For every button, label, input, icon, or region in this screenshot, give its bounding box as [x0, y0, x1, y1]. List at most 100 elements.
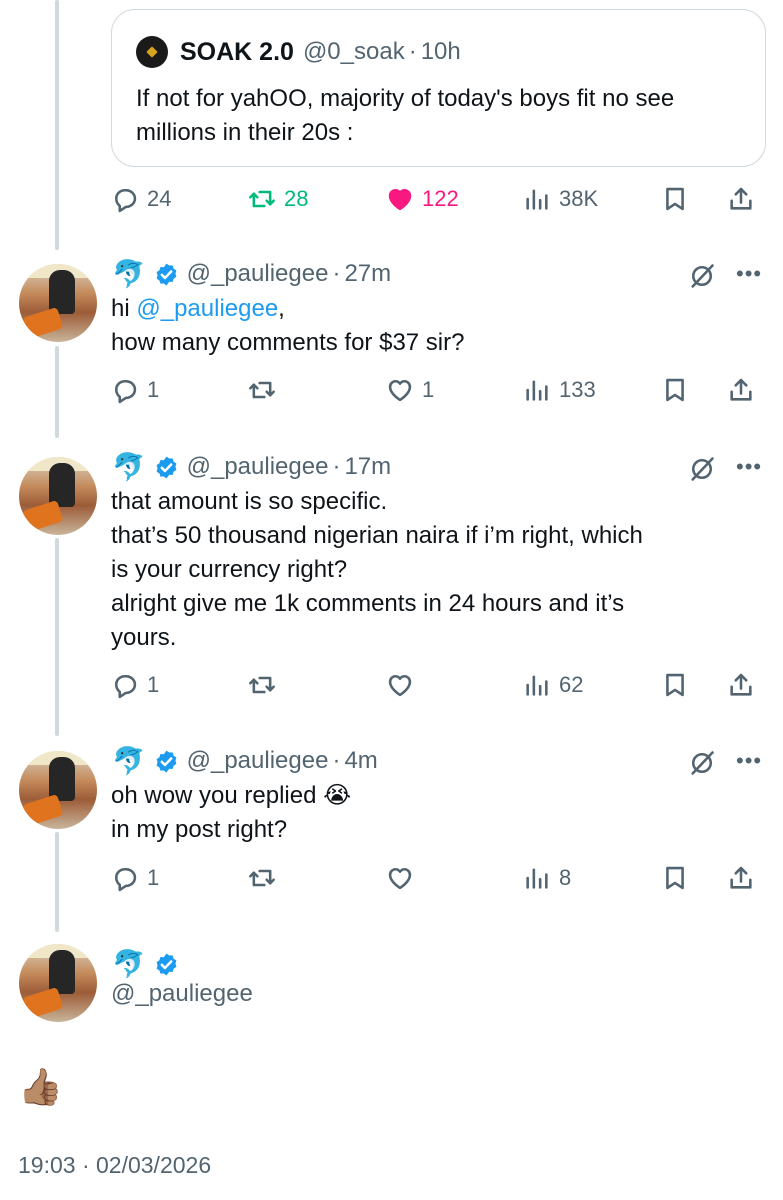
share-button[interactable] [727, 665, 755, 705]
views-count: 133 [559, 377, 596, 402]
reply-button[interactable]: 1 [111, 858, 159, 898]
focused-tweet-text: 👍🏽 [18, 1066, 63, 1107]
reply-icon [114, 867, 137, 892]
avatar[interactable] [19, 264, 97, 342]
reply-tweet[interactable]: 🐬 @_pauliegee · 4m ••• oh wow you replie… [0, 743, 783, 901]
grok-icon[interactable] [688, 262, 716, 290]
quoted-tweet-header: SOAK 2.0 @0_soak · 10h [136, 36, 461, 68]
reply-handle[interactable]: @_pauliegee [187, 453, 329, 481]
display-name-emoji[interactable]: 🐬 [112, 948, 146, 980]
more-icon[interactable]: ••• [736, 750, 764, 772]
display-name-emoji[interactable]: 🐬 [112, 258, 146, 290]
views-button[interactable]: 8 [523, 858, 571, 898]
views-count: 38K [559, 186, 599, 211]
text-line: that amount is so specific. [111, 488, 388, 515]
views-icon [526, 868, 548, 889]
bookmark-button[interactable] [661, 665, 689, 705]
heart-icon [388, 867, 412, 890]
verified-badge-icon[interactable] [154, 455, 179, 480]
like-count: 122 [422, 186, 459, 211]
bookmark-button[interactable] [661, 858, 689, 898]
bookmark-button[interactable] [661, 370, 689, 410]
focused-handle[interactable]: @_pauliegee [111, 980, 253, 1008]
quoted-timestamp[interactable]: 10h [421, 38, 461, 66]
share-button[interactable] [727, 858, 755, 898]
text-line: in my post right? [111, 816, 288, 843]
avatar[interactable] [19, 751, 97, 829]
verified-badge-icon[interactable] [154, 262, 179, 287]
views-button[interactable]: 62 [523, 665, 583, 705]
like-count: 1 [422, 377, 435, 402]
verified-badge-icon[interactable] [154, 749, 179, 774]
share-button[interactable] [727, 179, 755, 219]
share-icon [730, 673, 752, 696]
bookmark-icon [666, 673, 684, 697]
reply-tweet[interactable]: 🐬 @_pauliegee · 27m ••• hi @_pauliegee, … [0, 256, 783, 412]
share-button[interactable] [727, 370, 755, 410]
display-name-emoji[interactable]: 🐬 [112, 451, 146, 483]
reply-timestamp[interactable]: 27m [344, 260, 391, 288]
display-name-emoji[interactable]: 🐬 [112, 745, 146, 777]
reply-timestamp[interactable]: 17m [344, 453, 391, 481]
like-button[interactable]: 1 [386, 370, 434, 410]
heart-icon [388, 188, 412, 211]
like-button[interactable]: 122 [386, 179, 459, 219]
reply-count: 24 [147, 186, 172, 211]
avatar[interactable] [19, 944, 97, 1022]
text-line: oh wow you replied 😭 [111, 782, 352, 809]
mention-link[interactable]: @_pauliegee [136, 295, 278, 322]
reply-timestamp[interactable]: 4m [344, 747, 377, 775]
reply-icon [114, 379, 137, 404]
repost-count: 28 [284, 186, 309, 211]
focused-tweet-header: 🐬 [0, 944, 783, 1022]
views-button[interactable]: 133 [523, 370, 596, 410]
separator-dot: · [332, 260, 341, 287]
repost-icon [249, 676, 275, 694]
grok-icon[interactable] [688, 455, 716, 483]
repost-button[interactable]: 28 [248, 179, 308, 219]
focused-timestamp[interactable]: 19:03 · 02/03/2026 [18, 1152, 211, 1179]
repost-button[interactable] [248, 370, 276, 410]
bookmark-button[interactable] [661, 179, 689, 219]
more-icon[interactable]: ••• [736, 456, 764, 478]
quoted-avatar[interactable] [136, 36, 168, 68]
reply-count: 1 [147, 865, 160, 890]
reply-handle[interactable]: @_pauliegee [187, 747, 329, 775]
quoted-tweet-card[interactable]: SOAK 2.0 @0_soak · 10h If not for yahOO,… [111, 9, 766, 167]
repost-button[interactable] [248, 858, 276, 898]
reply-handle[interactable]: @_pauliegee [187, 260, 329, 288]
reply-count: 1 [147, 377, 160, 402]
reply-tweet[interactable]: 🐬 @_pauliegee · 17m ••• that amount is s… [0, 449, 783, 705]
bookmark-icon [666, 187, 684, 211]
reply-button[interactable]: 1 [111, 370, 159, 410]
views-icon [526, 675, 548, 696]
reply-header: 🐬 @_pauliegee · 27m [112, 256, 391, 292]
views-button[interactable]: 38K [523, 179, 598, 219]
heart-icon [388, 379, 412, 402]
text-fragment: , [278, 295, 285, 322]
quoted-display-name[interactable]: SOAK 2.0 [180, 38, 294, 67]
verified-badge-icon[interactable] [154, 952, 179, 977]
separator-dot: · [332, 453, 341, 480]
like-button[interactable] [386, 858, 414, 898]
more-icon[interactable]: ••• [736, 263, 764, 285]
reply-button[interactable]: 1 [111, 665, 159, 705]
share-icon [730, 866, 752, 889]
text-line: alright give me 1k comments in 24 hours … [111, 590, 625, 617]
avatar[interactable] [19, 457, 97, 535]
repost-button[interactable] [248, 665, 276, 705]
repost-icon [249, 869, 275, 887]
text-line: is your currency right? [111, 556, 348, 583]
text-line: yours. [111, 624, 177, 651]
like-button[interactable] [386, 665, 414, 705]
action-bar: 1 1 133 [111, 370, 766, 410]
quoted-handle[interactable]: @0_soak [303, 38, 405, 66]
repost-icon [249, 190, 275, 208]
views-count: 8 [559, 865, 572, 890]
reply-button[interactable]: 24 [111, 179, 171, 219]
separator-dot: · [408, 38, 417, 65]
reply-count: 1 [147, 672, 160, 697]
grok-icon[interactable] [688, 749, 716, 777]
heart-icon [388, 674, 412, 697]
text-fragment: hi [111, 295, 137, 322]
